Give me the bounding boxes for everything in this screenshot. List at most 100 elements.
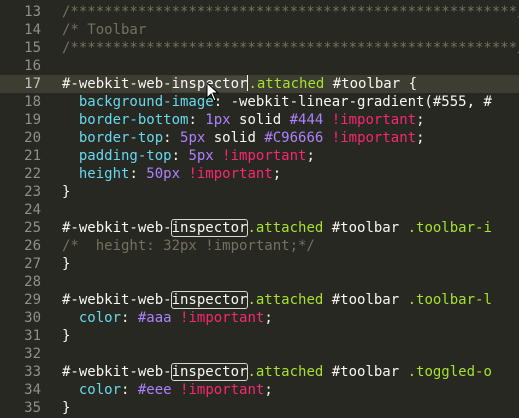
code-token: #-webkit-web- <box>62 220 172 236</box>
line-number: 13 <box>24 4 41 20</box>
code-token: #-webkit-web- <box>62 292 172 308</box>
comment-token: /***************************************… <box>62 4 519 20</box>
line-number: 20 <box>24 130 41 146</box>
line-number: 29 <box>24 292 41 308</box>
value-token: #444 <box>289 112 324 128</box>
line-number: 21 <box>24 148 41 164</box>
code-token: ; <box>416 130 425 146</box>
value-token: #aaa <box>137 310 172 326</box>
important-token: !important <box>188 166 273 182</box>
code-line[interactable]: 31} <box>0 327 519 345</box>
line-code: height: 50px !important; <box>62 165 281 183</box>
property-token: border-top <box>78 130 164 146</box>
line-number: 24 <box>24 202 41 218</box>
code-line[interactable]: 27} <box>0 255 519 273</box>
line-code: #-webkit-web-inspector.attached #toolbar… <box>62 363 492 381</box>
line-number: 22 <box>24 166 41 182</box>
line-number: 23 <box>24 184 41 200</box>
code-line[interactable]: 13 /*************************************… <box>0 3 519 21</box>
class-selector-token: .attached <box>248 76 325 92</box>
code-line[interactable]: 22 height: 50px !important; <box>0 165 519 183</box>
code-line[interactable]: 15 /*************************************… <box>0 39 519 57</box>
code-token: : <box>171 148 189 164</box>
value-token: 1px <box>205 112 231 128</box>
code-line[interactable]: 26 /* height: 32px !important;*/ <box>0 237 519 255</box>
code-line[interactable]: 29 #-webkit-web-inspector.attached #toolb… <box>0 291 519 309</box>
property-token: color <box>78 382 122 398</box>
code-token: : <box>188 112 206 128</box>
code-line[interactable]: 23} <box>0 183 519 201</box>
important-token: !important <box>331 112 417 128</box>
line-code: /***************************************… <box>62 39 519 57</box>
code-line[interactable]: 32 <box>0 345 519 363</box>
mouse-pointer-icon <box>206 82 220 102</box>
code-token: ; <box>306 148 315 164</box>
code-editor[interactable]: 13 /*************************************… <box>0 0 519 418</box>
code-line[interactable]: 24 <box>0 201 519 219</box>
code-token: #-webkit-web- <box>62 76 172 92</box>
code-line[interactable]: 16 <box>0 57 519 75</box>
code-line[interactable]: 35} <box>0 399 519 417</box>
code-line[interactable]: 25 #-webkit-web-inspector.attached #toolb… <box>0 219 519 237</box>
code-line[interactable]: 28 <box>0 273 519 291</box>
line-number: 15 <box>24 40 41 56</box>
important-token: !important <box>180 310 265 326</box>
class-selector-token: .toggled-o <box>407 364 492 380</box>
class-selector-token: .attached <box>247 292 324 308</box>
value-token: #eee <box>137 382 172 398</box>
code-token: #toolbar <box>323 364 408 380</box>
line-code: color: #eee !important; <box>62 381 273 399</box>
line-code: border-bottom: 1px solid #444 !important… <box>62 111 425 129</box>
code-line[interactable]: 14 /* Toolbar <box>0 21 519 39</box>
property-token: background-image <box>78 94 214 110</box>
code-line[interactable]: 18 background-image: -webkit-linear-grad… <box>0 93 519 111</box>
code-line[interactable]: 20 border-top: 5px solid #C96666 !import… <box>0 129 519 147</box>
code-line[interactable]: 19 border-bottom: 1px solid #444 !import… <box>0 111 519 129</box>
code-token: : <box>129 166 147 182</box>
code-lines[interactable]: 13 /*************************************… <box>0 3 519 417</box>
line-code: padding-top: 5px !important; <box>62 147 315 165</box>
line-number: 33 <box>24 364 41 380</box>
line-code: background-image: -webkit-linear-gradien… <box>62 93 492 111</box>
line-number: 28 <box>24 274 41 290</box>
class-selector-token: .attached <box>247 220 324 236</box>
comment-token: /* Toolbar <box>62 22 147 38</box>
code-token: #toolbar <box>323 292 408 308</box>
line-number: 17 <box>24 76 41 92</box>
line-number: 32 <box>24 346 41 362</box>
line-code: #-webkit-web-inspector.attached #toolbar… <box>62 291 492 309</box>
line-number: 26 <box>24 238 41 254</box>
comment-token: /***************************************… <box>62 40 519 56</box>
important-token: !important <box>331 130 417 146</box>
class-selector-token: .toolbar-l <box>407 292 492 308</box>
line-code: #-webkit-web-inspector.attached #toolbar… <box>62 75 417 93</box>
class-selector-token: .attached <box>247 364 324 380</box>
line-code: color: #aaa !important; <box>62 309 273 327</box>
class-selector-token: .toolbar-i <box>407 220 492 236</box>
code-token: } <box>62 256 71 272</box>
search-match-highlight: inspector <box>170 219 249 237</box>
code-line-active[interactable]: 17 #-webkit-web-inspector.attached #toolb… <box>0 75 519 93</box>
code-token: : -webkit-linear-gradient(#555, # <box>213 94 492 110</box>
value-token: 5px <box>188 148 214 164</box>
code-line[interactable]: 34 color: #eee !important; <box>0 381 519 399</box>
line-code: /* Toolbar <box>62 21 146 39</box>
line-number: 16 <box>24 58 41 74</box>
code-line[interactable]: 30 color: #aaa !important; <box>0 309 519 327</box>
code-line[interactable]: 33 #-webkit-web-inspector.attached #toolb… <box>0 363 519 381</box>
important-token: !important <box>180 382 265 398</box>
search-match-highlight: inspector <box>170 363 249 381</box>
code-token: solid <box>205 130 265 146</box>
code-token: #toolbar { <box>324 76 418 92</box>
property-token: color <box>78 310 122 326</box>
property-token: border-bottom <box>78 112 189 128</box>
property-token: height <box>78 166 130 182</box>
code-line[interactable]: 21 padding-top: 5px !important; <box>0 147 519 165</box>
